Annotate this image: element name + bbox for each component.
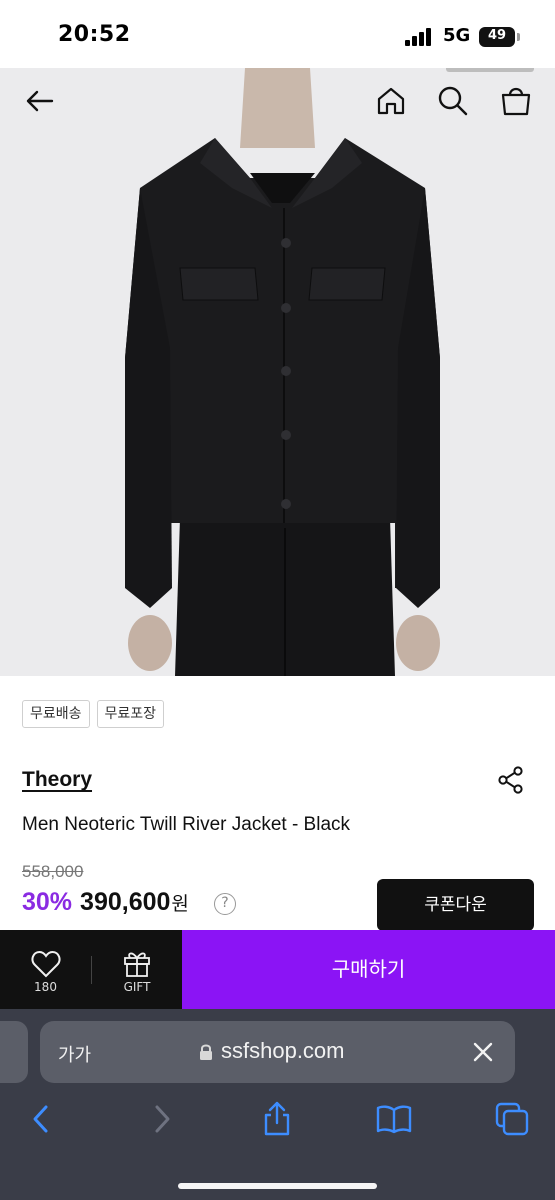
jacket-photo — [125, 68, 440, 676]
image-scroll-indicator — [446, 68, 534, 72]
like-button[interactable]: 180 — [0, 930, 91, 1009]
chevron-right-icon[interactable] — [143, 1101, 179, 1137]
shopping-bag-icon[interactable] — [498, 82, 534, 118]
lock-icon — [200, 1044, 212, 1060]
home-icon[interactable] — [373, 83, 409, 119]
battery-level: 49 — [487, 28, 507, 43]
coupon-download-button[interactable]: 쿠폰다운 — [377, 879, 534, 931]
arrow-left-icon[interactable] — [22, 83, 58, 119]
home-indicator — [178, 1183, 377, 1189]
gift-icon — [124, 952, 150, 977]
heart-icon — [31, 950, 61, 978]
product-name: Men Neoteric Twill River Jacket - Black — [22, 814, 351, 835]
share-icon[interactable] — [496, 765, 526, 795]
shipping-tags: 무료배송 무료포장 — [22, 700, 165, 728]
like-count: 180 — [34, 980, 57, 994]
status-time: 20:52 — [58, 22, 131, 47]
address-bar[interactable]: 가가 ssfshop.com — [40, 1021, 515, 1083]
previous-tab-preview[interactable] — [0, 1021, 28, 1083]
battery-icon: 49 — [479, 27, 515, 47]
tag-free-shipping: 무료배송 — [22, 700, 90, 728]
original-price: 558,000 — [22, 862, 84, 881]
browser-toolbar: 가가 ssfshop.com — [0, 1009, 555, 1200]
tag-free-wrapping: 무료포장 — [96, 700, 165, 728]
signal-icon — [405, 28, 433, 46]
network-label: 5G — [443, 25, 471, 46]
price-row: 30% 390,600 원 — [22, 888, 189, 917]
sale-price: 390,600 — [80, 888, 171, 916]
product-image — [0, 68, 555, 676]
status-bar: 20:52 5G 49 — [0, 0, 555, 68]
text-size-button[interactable]: 가가 — [58, 1041, 91, 1067]
gift-button[interactable]: GIFT — [92, 930, 182, 1009]
brand-link[interactable]: Theory — [22, 768, 92, 792]
book-icon[interactable] — [376, 1101, 412, 1137]
currency-label: 원 — [171, 894, 189, 915]
url-text[interactable]: ssfshop.com — [221, 1038, 345, 1064]
tabs-icon[interactable] — [494, 1101, 530, 1137]
action-bar: 180 GIFT 구매하기 — [0, 930, 555, 1009]
chevron-left-icon[interactable] — [24, 1101, 60, 1137]
share-up-icon[interactable] — [259, 1101, 295, 1137]
discount-rate: 30% — [22, 888, 73, 916]
search-icon[interactable] — [435, 83, 471, 119]
price-help-icon[interactable]: ? — [214, 893, 236, 915]
battery-nub — [517, 33, 520, 41]
gift-label: GIFT — [123, 980, 151, 994]
close-icon[interactable] — [471, 1040, 495, 1064]
buy-button[interactable]: 구매하기 — [182, 930, 555, 1009]
